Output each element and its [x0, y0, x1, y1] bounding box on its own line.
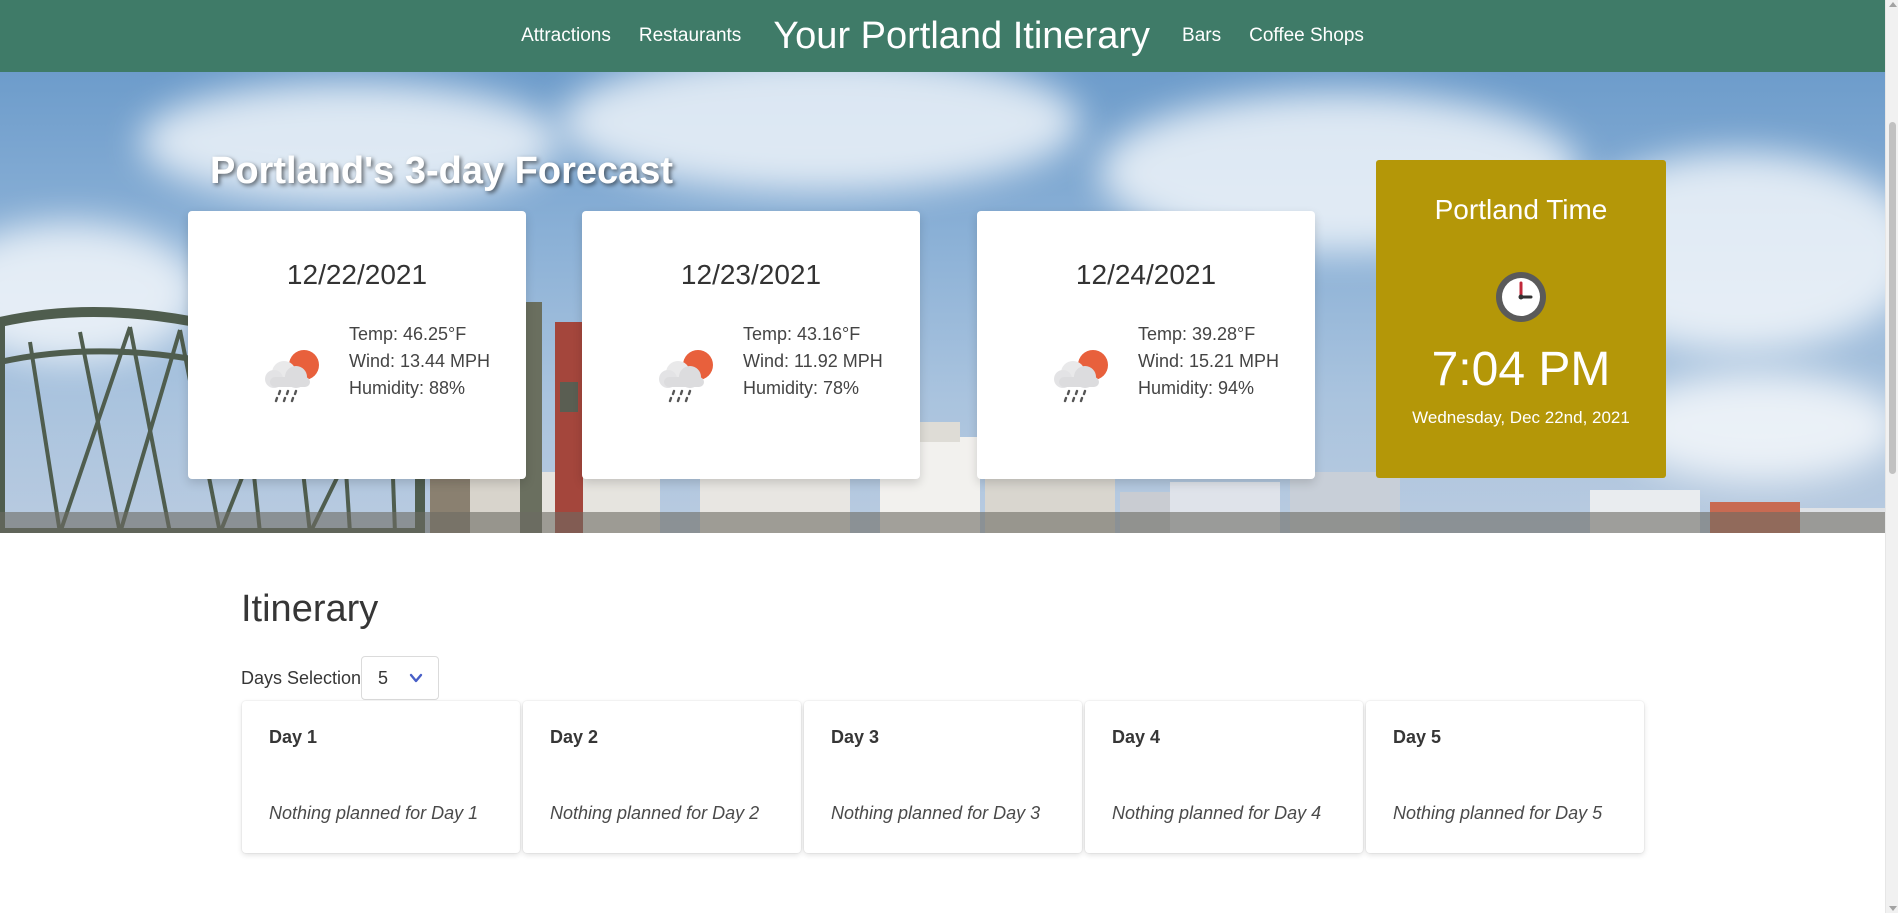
portland-time-card: Portland Time 7:04 PM Wednesday, Dec 22n… — [1376, 160, 1666, 478]
day-card: Day 1 Nothing planned for Day 1 — [242, 701, 520, 853]
day-title: Day 5 — [1393, 727, 1442, 747]
day-card: Day 2 Nothing planned for Day 2 — [523, 701, 801, 853]
weather-card: 12/23/2021 Temp: 43.16°F Wind: 11.92 MPH… — [582, 211, 920, 479]
day-empty-message: Nothing planned for Day 4 — [1112, 803, 1322, 823]
rain-cloud-sun-icon — [1054, 350, 1108, 403]
weather-stats: Temp: 39.28°F Wind: 15.21 MPH Humidity: … — [1138, 321, 1288, 402]
current-time: 7:04 PM — [1431, 343, 1611, 396]
chevron-down-icon — [409, 673, 423, 683]
nav-link-attractions[interactable]: Attractions — [521, 25, 611, 47]
weather-date: 12/23/2021 — [680, 259, 822, 290]
time-card-title: Portland Time — [1434, 194, 1608, 225]
weather-temp: Temp: 39.28°F — [1138, 324, 1256, 344]
rain-cloud-sun-icon — [265, 350, 319, 403]
day-empty-message: Nothing planned for Day 2 — [550, 803, 760, 823]
weather-date: 12/22/2021 — [286, 259, 428, 290]
weather-date: 12/24/2021 — [1075, 259, 1217, 290]
day-title: Day 4 — [1112, 727, 1161, 747]
weather-temp: Temp: 43.16°F — [743, 324, 861, 344]
forecast-heading: Portland's 3-day Forecast — [210, 150, 674, 192]
day-card: Day 4 Nothing planned for Day 4 — [1085, 701, 1363, 853]
days-selection-dropdown[interactable]: 5 — [361, 656, 439, 700]
scroll-up-arrow-icon[interactable] — [1889, 2, 1897, 7]
rain-cloud-sun-icon — [659, 350, 713, 403]
nav-link-restaurants[interactable]: Restaurants — [639, 25, 741, 47]
day-title: Day 3 — [831, 727, 880, 747]
weather-card: 12/24/2021 Temp: 39.28°F Wind: 15.21 MPH… — [977, 211, 1315, 479]
day-empty-message: Nothing planned for Day 5 — [1393, 803, 1603, 823]
current-date: Wednesday, Dec 22nd, 2021 — [1412, 408, 1630, 427]
weather-card: 12/22/2021 Temp: 46.25°F Wind: 13.44 MPH… — [188, 211, 526, 479]
weather-humidity: Humidity: 78% — [743, 378, 860, 398]
weather-stats: Temp: 43.16°F Wind: 11.92 MPH Humidity: … — [743, 321, 893, 402]
itinerary-heading: Itinerary — [241, 588, 379, 630]
site-title[interactable]: Your Portland Itinerary — [773, 17, 1150, 55]
hero-banner: Portland's 3-day Forecast 12/22/2021 Tem… — [0, 72, 1885, 533]
day-title: Day 2 — [550, 727, 599, 747]
days-selection-value: 5 — [378, 667, 389, 688]
weather-stats: Temp: 46.25°F Wind: 13.44 MPH Humidity: … — [349, 321, 499, 402]
weather-humidity: Humidity: 94% — [1138, 378, 1255, 398]
weather-wind: Wind: 11.92 MPH — [743, 351, 883, 371]
scrollbar-thumb[interactable] — [1889, 122, 1896, 474]
nav-link-bars[interactable]: Bars — [1182, 25, 1221, 47]
scroll-down-arrow-icon[interactable] — [1889, 906, 1897, 911]
weather-temp: Temp: 46.25°F — [349, 324, 467, 344]
days-selection-label: Days Selection: — [241, 668, 367, 688]
weather-humidity: Humidity: 88% — [349, 378, 466, 398]
clock-icon — [1496, 272, 1546, 322]
weather-wind: Wind: 15.21 MPH — [1138, 351, 1280, 371]
top-navbar: Attractions Restaurants Your Portland It… — [0, 0, 1885, 72]
weather-wind: Wind: 13.44 MPH — [349, 351, 491, 371]
day-empty-message: Nothing planned for Day 3 — [831, 803, 1041, 823]
page-scrollbar[interactable] — [1885, 0, 1898, 913]
day-card: Day 5 Nothing planned for Day 5 — [1366, 701, 1644, 853]
nav-link-coffee-shops[interactable]: Coffee Shops — [1249, 25, 1364, 47]
day-title: Day 1 — [269, 727, 318, 747]
day-empty-message: Nothing planned for Day 1 — [269, 803, 479, 823]
day-card: Day 3 Nothing planned for Day 3 — [804, 701, 1082, 853]
